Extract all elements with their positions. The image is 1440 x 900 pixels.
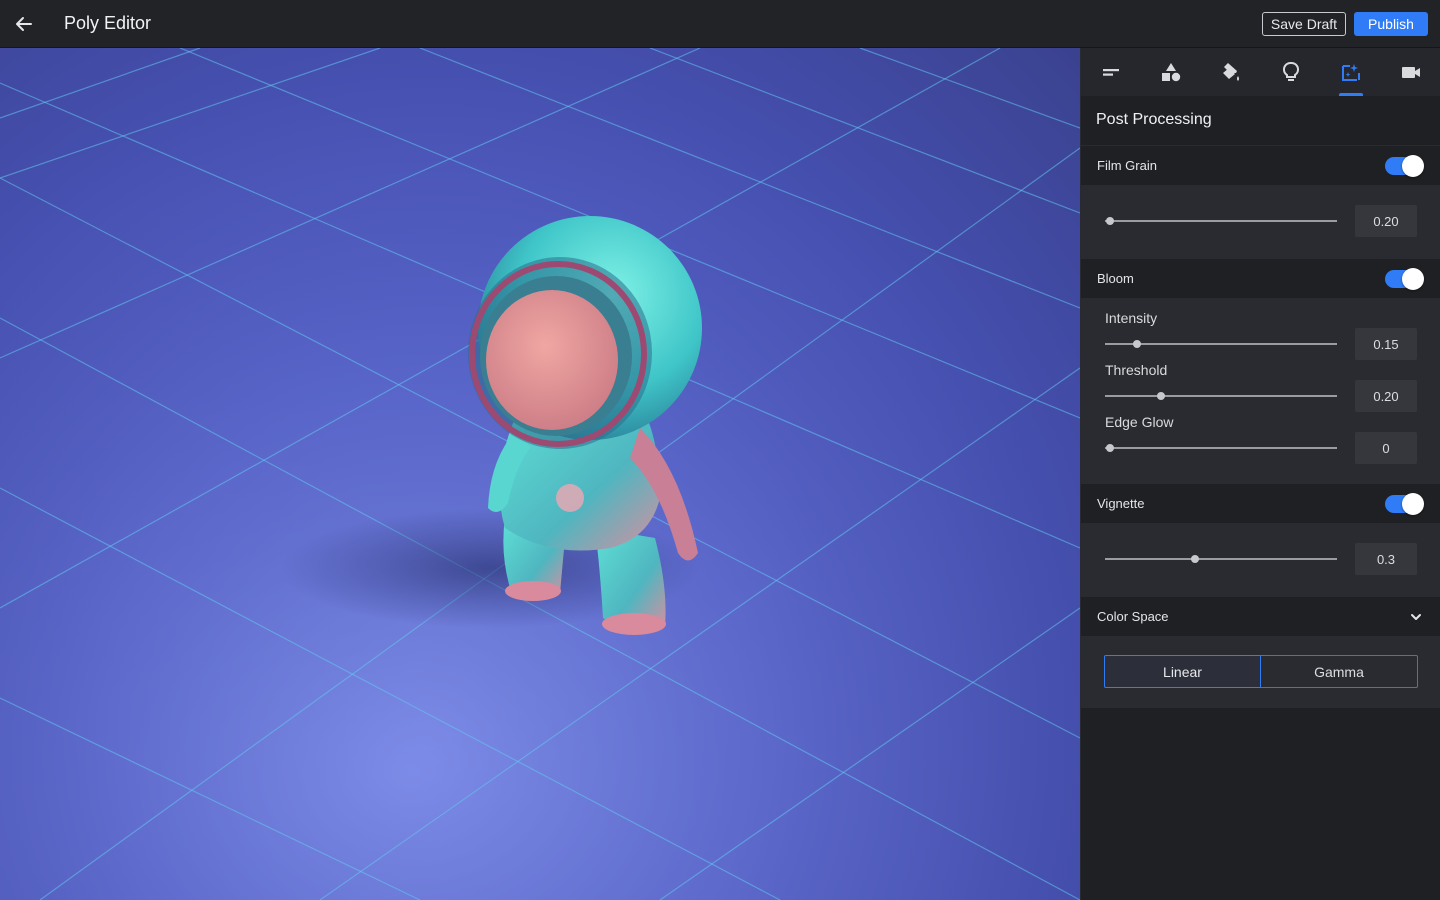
edge-glow-value[interactable]: 0 <box>1355 432 1417 464</box>
toggle-knob <box>1402 267 1424 290</box>
intensity-label: Intensity <box>1105 310 1158 326</box>
film-grain-label: Film Grain <box>1097 158 1157 173</box>
film-grain-header: Film Grain <box>1081 145 1440 185</box>
slider-thumb[interactable] <box>1105 217 1114 225</box>
tab-shapes[interactable] <box>1141 48 1201 96</box>
3d-viewport[interactable] <box>0 48 1080 900</box>
top-bar: Poly Editor Save Draft Publish <box>0 0 1440 48</box>
back-arrow-icon[interactable] <box>12 12 36 36</box>
film-grain-toggle[interactable] <box>1385 154 1424 177</box>
threshold-slider[interactable] <box>1105 390 1337 402</box>
vignette-header: Vignette <box>1081 483 1440 523</box>
edge-glow-label: Edge Glow <box>1105 414 1174 430</box>
slider-thumb[interactable] <box>1191 555 1200 563</box>
paint-bucket-icon <box>1223 63 1239 81</box>
slider-thumb[interactable] <box>1105 444 1114 452</box>
app-title: Poly Editor <box>64 13 152 33</box>
intensity-slider[interactable] <box>1105 338 1337 350</box>
tab-layers[interactable] <box>1081 48 1141 96</box>
vignette-slider[interactable] <box>1105 553 1337 565</box>
slider-thumb[interactable] <box>1156 392 1165 400</box>
save-draft-button[interactable]: Save Draft <box>1262 12 1346 36</box>
lightbulb-icon <box>1282 62 1300 81</box>
shapes-icon <box>1162 63 1181 82</box>
threshold-label: Threshold <box>1105 362 1168 378</box>
color-space-linear-option[interactable]: Linear <box>1104 655 1261 688</box>
tab-post-processing[interactable] <box>1321 48 1381 96</box>
vignette-body: 0.3 <box>1081 523 1440 596</box>
color-space-label: Color Space <box>1097 609 1169 624</box>
post-processing-icon <box>1342 64 1360 81</box>
slider-track <box>1105 447 1337 449</box>
tab-materials[interactable] <box>1201 48 1261 96</box>
properties-panel: Post Processing Film Grain 0.20 Bloom In… <box>1080 48 1440 900</box>
camera-icon <box>1402 67 1420 78</box>
slider-track <box>1105 558 1337 560</box>
slider-thumb[interactable] <box>1133 340 1142 348</box>
vignette-value[interactable]: 0.3 <box>1355 543 1417 575</box>
bloom-body: Intensity 0.15 Threshold 0.20 Edge Glow … <box>1081 298 1440 483</box>
publish-button[interactable]: Publish <box>1354 12 1428 36</box>
tab-lights[interactable] <box>1261 48 1321 96</box>
tab-camera[interactable] <box>1381 48 1440 96</box>
color-space-header[interactable]: Color Space <box>1081 596 1440 636</box>
sliders-icon <box>1103 69 1119 76</box>
bloom-header: Bloom <box>1081 258 1440 298</box>
slider-track <box>1105 220 1337 222</box>
toggle-knob <box>1402 492 1424 515</box>
intensity-value[interactable]: 0.15 <box>1355 328 1417 360</box>
color-space-segmented-control: Linear Gamma <box>1104 655 1418 688</box>
panel-tabs <box>1081 48 1440 96</box>
chevron-down-icon[interactable] <box>1409 610 1423 624</box>
scene-render <box>0 48 1080 900</box>
vignette-label: Vignette <box>1097 496 1145 511</box>
color-space-gamma-option[interactable]: Gamma <box>1261 655 1418 688</box>
toggle-knob <box>1402 154 1424 177</box>
film-grain-body: 0.20 <box>1081 185 1440 258</box>
edge-glow-slider[interactable] <box>1105 442 1337 454</box>
film-grain-slider[interactable] <box>1105 215 1337 227</box>
film-grain-value[interactable]: 0.20 <box>1355 205 1417 237</box>
threshold-value[interactable]: 0.20 <box>1355 380 1417 412</box>
panel-title: Post Processing <box>1096 111 1212 128</box>
vignette-toggle[interactable] <box>1385 492 1424 515</box>
bloom-label: Bloom <box>1097 271 1134 286</box>
bloom-toggle[interactable] <box>1385 267 1424 290</box>
slider-track <box>1105 395 1337 397</box>
